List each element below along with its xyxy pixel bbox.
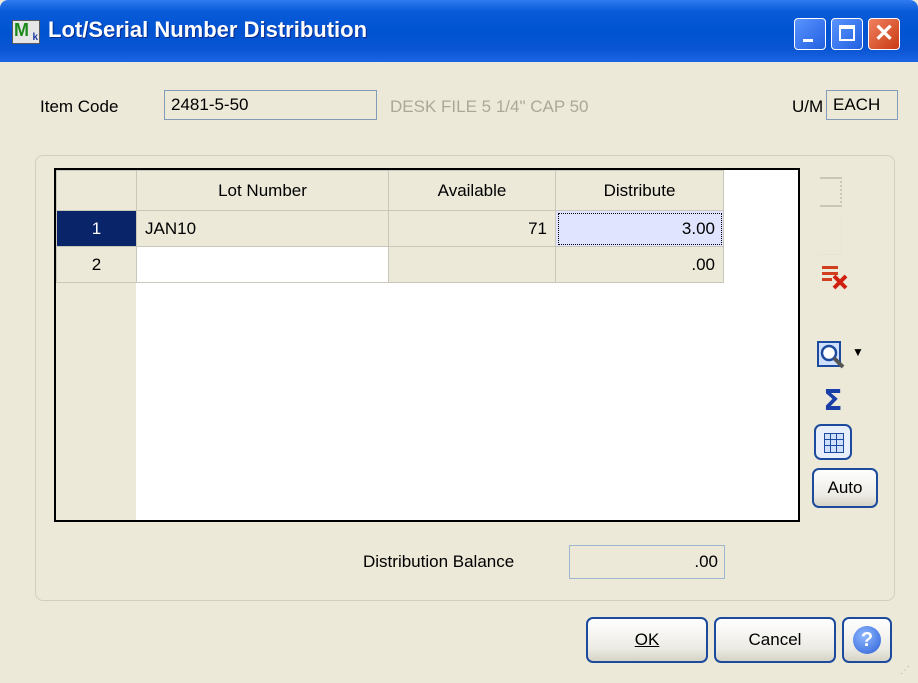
- help-button[interactable]: ?: [842, 617, 892, 663]
- distribute-cell[interactable]: .00: [555, 246, 724, 283]
- row-number[interactable]: 1: [56, 210, 137, 247]
- distribution-balance-label: Distribution Balance: [363, 552, 515, 571]
- lot-number-cell[interactable]: JAN10: [136, 210, 389, 247]
- close-icon: ✕: [873, 20, 895, 47]
- title-bar[interactable]: Mk Lot/Serial Number Distribution ✕: [0, 0, 918, 62]
- minimize-icon: [803, 39, 813, 42]
- close-button[interactable]: ✕: [868, 18, 900, 50]
- maximize-button[interactable]: [831, 18, 863, 50]
- window-title: Lot/Serial Number Distribution: [48, 17, 368, 42]
- table-row[interactable]: 2 .00: [56, 246, 724, 283]
- ok-button-label: OK: [634, 630, 660, 649]
- ok-button[interactable]: OK: [586, 617, 708, 663]
- cancel-button-label: Cancel: [748, 630, 802, 649]
- sum-icon[interactable]: Σ: [820, 386, 846, 416]
- column-header-lot-number[interactable]: Lot Number: [136, 170, 389, 211]
- grid-layout-button[interactable]: [814, 424, 852, 460]
- cancel-button[interactable]: Cancel: [714, 617, 836, 663]
- resize-grip-icon[interactable]: ⋰: [900, 666, 914, 680]
- row-number[interactable]: 2: [56, 246, 137, 283]
- insert-row-icon: [820, 177, 842, 207]
- table-row[interactable]: 1 JAN10 71 3.00: [56, 210, 724, 247]
- item-code-field[interactable]: 2481-5-50: [164, 90, 377, 120]
- column-header-distribute[interactable]: Distribute: [555, 170, 724, 211]
- available-cell: [388, 246, 556, 283]
- app-icon[interactable]: Mk: [12, 20, 40, 44]
- delete-row-icon[interactable]: [820, 262, 850, 292]
- auto-button-label: Auto: [827, 478, 863, 497]
- um-label: U/M: [792, 97, 824, 116]
- auto-button[interactable]: Auto: [812, 468, 878, 508]
- help-icon: ?: [853, 626, 881, 654]
- maximize-icon: [839, 25, 855, 41]
- distribute-cell[interactable]: 3.00: [555, 210, 724, 247]
- item-description: DESK FILE 5 1/4" CAP 50: [390, 97, 589, 116]
- lot-grid[interactable]: Lot Number Available Distribute 1 JAN10 …: [54, 168, 800, 522]
- grid-layout-icon: [824, 433, 844, 453]
- lookup-zoom-icon[interactable]: [816, 340, 846, 370]
- item-code-label: Item Code: [40, 97, 119, 116]
- available-cell: 71: [388, 210, 556, 247]
- corner-cell: [56, 170, 137, 211]
- lot-number-cell[interactable]: [136, 246, 389, 283]
- distribution-balance-field: .00: [569, 545, 725, 579]
- dropdown-arrow-icon[interactable]: ▼: [850, 344, 866, 360]
- minimize-button[interactable]: [794, 18, 826, 50]
- blank-icon: [818, 215, 842, 255]
- um-field: EACH: [826, 90, 898, 120]
- grid-header-row: Lot Number Available Distribute: [56, 170, 724, 211]
- column-header-available[interactable]: Available: [388, 170, 556, 211]
